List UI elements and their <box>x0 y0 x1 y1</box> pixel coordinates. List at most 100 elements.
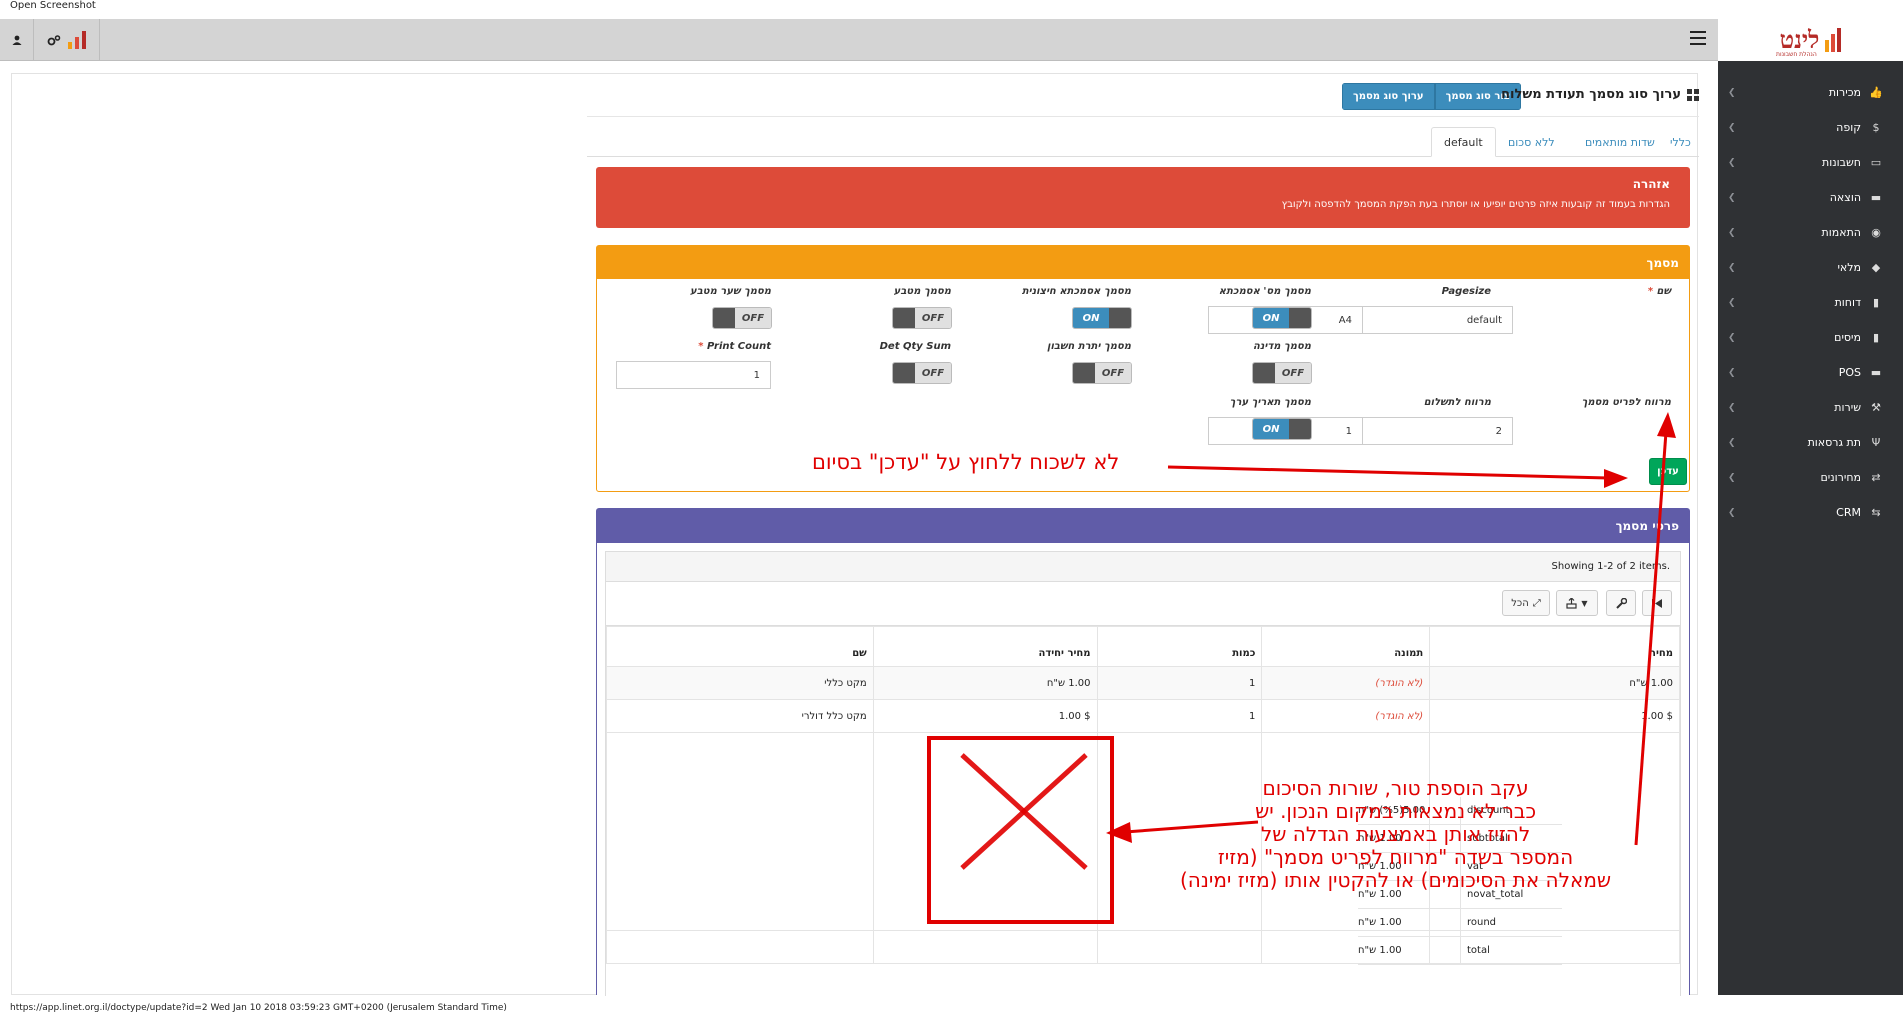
grid-summary: Showing 1-2 of 2 items. <box>606 552 1680 582</box>
top-navbar <box>0 19 1718 61</box>
wrench-icon <box>1615 597 1627 609</box>
sidebar-item[interactable]: ❮ התאמות ◉ <box>1718 215 1903 250</box>
sidebar-item[interactable]: ❮ מיסים ▮ <box>1718 320 1903 355</box>
cell-qty: 1 <box>1096 666 1263 700</box>
cell-name: מקט כלל דולרי <box>606 699 874 733</box>
annotation-update-note: לא לשכוח ללחוץ על "עדכן" בסיום <box>812 450 1120 474</box>
col-qty[interactable]: כמות <box>1096 626 1263 667</box>
user-menu-button[interactable] <box>0 19 34 61</box>
alert-text: הגדרות בעמוד זה קובעות איזה פרטים יופיעו… <box>1281 199 1670 210</box>
sidebar-item-label: CRM <box>1836 506 1861 519</box>
sidebar-item[interactable]: ❮ CRM ⇆ <box>1718 495 1903 530</box>
printcount-input[interactable]: 1 <box>616 361 771 389</box>
detqty-label: Det Qty Sum <box>879 341 951 352</box>
sidebar-item-label: קופה <box>1836 121 1861 134</box>
itemspace-input[interactable]: 2 <box>1358 417 1513 445</box>
cell-unit-price: 1.00 ש"ח <box>872 666 1098 700</box>
sidebar-item[interactable]: ❮ מלאי ◆ <box>1718 250 1903 285</box>
tag-icon: ◆ <box>1871 261 1881 274</box>
eye-icon: ◉ <box>1871 226 1881 239</box>
payspace-label: מרווח לתשלום <box>1423 397 1491 408</box>
totals-row: 1.00 ש"ח total <box>1358 937 1562 965</box>
sidebar-item[interactable]: ❮ שירות ⚒ <box>1718 390 1903 425</box>
document-settings-panel: מסמך * שם default Pagesize A4 מסמך מס' א… <box>596 245 1690 492</box>
balance-toggle[interactable]: OFF <box>1072 362 1132 384</box>
logo-tagline: הנהלת חשבונות <box>1776 51 1817 58</box>
currency-label: מסמך מטבע <box>893 286 951 297</box>
sidebar-item[interactable]: ❮ POS ▬ <box>1718 355 1903 390</box>
chevron-left-icon: ❮ <box>1728 507 1736 518</box>
cell-image: (לא הוגדר) <box>1261 666 1431 700</box>
tab-default[interactable]: default <box>1431 127 1496 157</box>
document-items-panel: פרטי מסמך Showing 1-2 of 2 items. ▼ הכל … <box>596 508 1690 996</box>
all-button-label: הכל <box>1511 597 1529 609</box>
caret-down-icon: ▼ <box>1581 598 1588 608</box>
cell-qty: 1 <box>1096 699 1263 733</box>
detqty-toggle[interactable]: OFF <box>892 362 952 384</box>
sidebar-item-label: הוצאה <box>1829 191 1861 204</box>
cell-name: מקט כללי <box>606 666 874 700</box>
tab-no-amount[interactable]: ללא סכום <box>1496 127 1567 157</box>
chevron-left-icon: ❮ <box>1728 192 1736 203</box>
table-row[interactable]: מקט כלל דולרי $ 1.00 1 (לא הוגדר) $ 1.00 <box>606 699 1680 733</box>
update-button[interactable]: עדכן <box>1649 458 1687 485</box>
fork-icon: Ψ <box>1871 436 1881 449</box>
currency-toggle[interactable]: OFF <box>892 307 952 329</box>
grid-export-button[interactable]: ▼ <box>1556 590 1598 616</box>
sidebar-item[interactable]: ❮ קופה $ <box>1718 110 1903 145</box>
export-icon <box>1566 597 1578 609</box>
wrench-icon: ⚒ <box>1871 401 1881 414</box>
page: Open Screenshot לינט הנהלת חשבונות ❮ מכיר… <box>0 0 1903 1013</box>
sidebar-item[interactable]: ❮ תת גרסאות Ψ <box>1718 425 1903 460</box>
page-header: ערוך סוג מסמך צור סוג מסמך ערוך סוג מסמך… <box>587 83 1699 117</box>
country-label: מסמך מדינה <box>1253 341 1311 352</box>
sidebar-item[interactable]: ❮ מחירונים ⇄ <box>1718 460 1903 495</box>
sidebar-item-label: מיסים <box>1834 331 1861 344</box>
grid-first-button[interactable] <box>1642 590 1672 616</box>
tab-custom-fields[interactable]: שדות מותאמים <box>1573 127 1667 157</box>
itemspace-label: מרווח לפריט מסמך <box>1581 397 1671 408</box>
shuffle-icon: ⇆ <box>1871 506 1881 519</box>
document-panel-title: מסמך <box>597 246 1689 279</box>
totals-row: 1.00 ש"ח round <box>1358 909 1562 937</box>
rate-label: מסמך שער מטבע <box>690 286 771 297</box>
col-price[interactable]: מחיר <box>1429 626 1680 667</box>
bar-chart-icon: ▮ <box>1872 331 1880 344</box>
totals-key: round <box>1467 917 1497 928</box>
sidebar-item-label: התאמות <box>1821 226 1861 239</box>
valuedate-toggle[interactable]: ON <box>1252 418 1312 440</box>
totals-value: 1.00 ש"ח <box>1358 909 1461 936</box>
tab-general[interactable]: כללי <box>1658 127 1703 157</box>
table-row[interactable]: מקט כללי 1.00 ש"ח 1 (לא הוגדר) 1.00 ש"ח <box>606 666 1680 700</box>
sidebar-item[interactable]: ❮ הוצאה ▬ <box>1718 180 1903 215</box>
country-toggle[interactable]: OFF <box>1252 362 1312 384</box>
balance-label: מסמך יתרת חשבון <box>1047 341 1131 352</box>
sidebar-toggle-button[interactable] <box>1690 31 1706 45</box>
sidebar-item[interactable]: ❮ דוחות ▮ <box>1718 285 1903 320</box>
col-image[interactable]: תמונה <box>1261 626 1431 667</box>
chevron-left-icon: ❮ <box>1728 472 1736 483</box>
sidebar-item-label: מלאי <box>1837 261 1861 274</box>
extref-toggle[interactable]: ON <box>1072 307 1132 329</box>
rate-toggle[interactable]: OFF <box>712 307 772 329</box>
docnum-label: מסמך מס' אסמכתא <box>1218 286 1311 297</box>
sidebar-item-label: דוחות <box>1834 296 1861 309</box>
cell-unit-price: $ 1.00 <box>872 699 1098 733</box>
status-bar-url: https://app.linet.org.il/doctype/update?… <box>10 1003 507 1013</box>
grid-settings-button[interactable] <box>1606 590 1636 616</box>
chevron-left-icon: ❮ <box>1728 332 1736 343</box>
thumbs-up-icon: 👍 <box>1869 86 1883 99</box>
name-input[interactable]: default <box>1358 306 1513 334</box>
valuedate-label: מסמך תאריך ערך <box>1229 397 1311 408</box>
chevron-left-icon: ❮ <box>1728 122 1736 133</box>
settings-menu-button[interactable] <box>34 19 100 61</box>
col-name[interactable]: שם <box>606 626 874 667</box>
grid-all-button[interactable]: הכל ⤢ <box>1502 590 1550 616</box>
sidebar-item[interactable]: ❮ מכירות 👍 <box>1718 75 1903 110</box>
tab-bar: default ללא סכום שדות מותאמים כללי <box>587 125 1699 157</box>
sidebar-item[interactable]: ❮ חשבונות ▭ <box>1718 145 1903 180</box>
docnum-toggle[interactable]: ON <box>1252 307 1312 329</box>
col-unit-price[interactable]: מחיר יחידה <box>872 626 1098 667</box>
logo[interactable]: לינט הנהלת חשבונות <box>1718 19 1903 61</box>
edit-doctype-button[interactable]: ערוך סוג מסמך <box>1342 83 1435 110</box>
